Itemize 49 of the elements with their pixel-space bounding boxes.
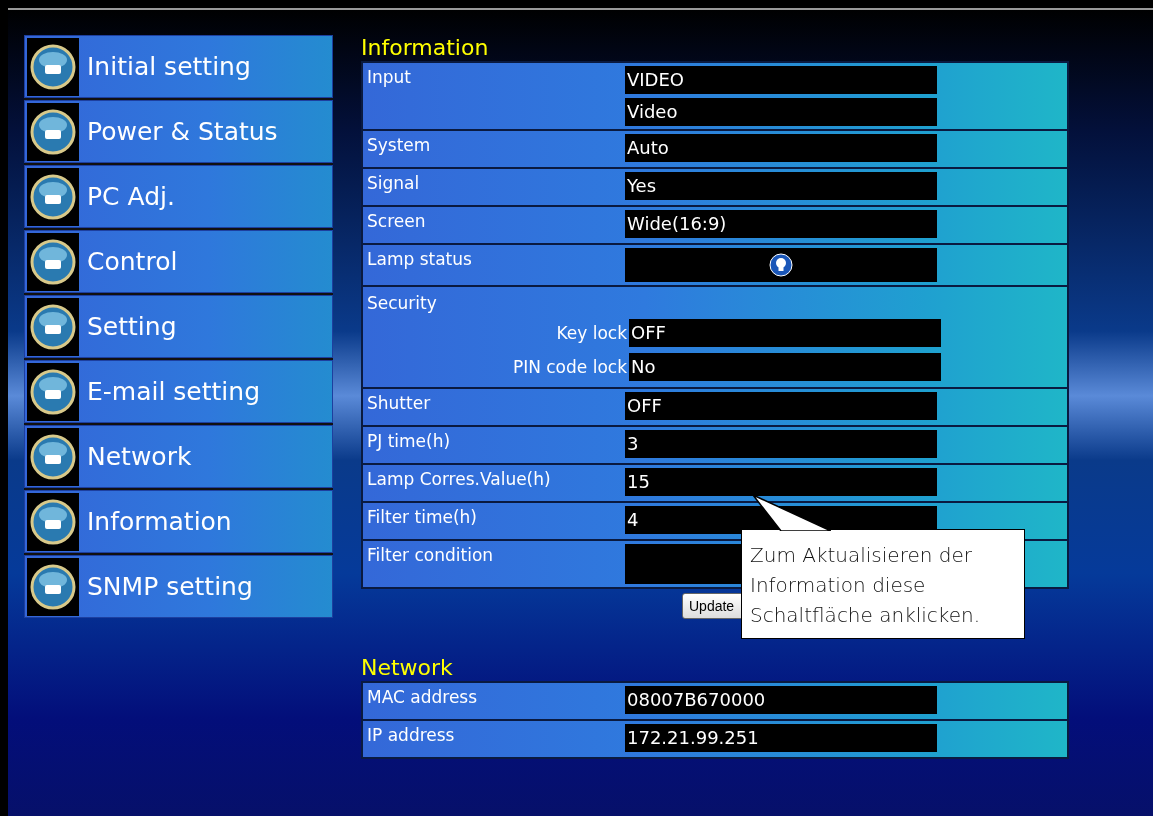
lightbulb-icon (769, 253, 793, 277)
update-button[interactable]: Update (682, 593, 744, 619)
round-icon (29, 42, 77, 91)
row-label: MAC address (367, 687, 478, 707)
row-label: Key lock (555, 323, 628, 343)
round-icon (29, 107, 77, 156)
row-label: Security (367, 293, 438, 313)
value-field: 08007B670000 (625, 686, 937, 714)
row-label: Lamp Corres.Value(h) (367, 469, 551, 489)
value-field: 172.21.99.251 (625, 724, 937, 752)
nav-item[interactable]: Control (24, 230, 333, 293)
row-label: IP address (367, 725, 455, 745)
round-icon (29, 302, 77, 351)
row-label: Filter time(h) (367, 507, 477, 527)
row-label: Screen (367, 211, 426, 231)
value-field: 3 (625, 430, 937, 458)
value-field: OFF (629, 319, 941, 347)
value-field: Yes (625, 172, 937, 200)
round-icon (29, 497, 77, 546)
row-label: PIN code lock (511, 357, 628, 377)
section-title: Network (361, 655, 454, 681)
row-label: System (367, 135, 431, 155)
value-field: Video (625, 98, 937, 126)
row-label: Lamp status (367, 249, 472, 269)
value-field: 15 (625, 468, 937, 496)
row-label: Signal (367, 173, 420, 193)
round-icon (29, 562, 77, 611)
nav-item[interactable]: SNMP setting (24, 555, 333, 618)
nav-item[interactable]: Initial setting (24, 35, 333, 98)
nav-item[interactable]: Power & Status (24, 100, 333, 163)
value-field: VIDEO (625, 66, 937, 94)
row-label: Input (367, 67, 412, 87)
value-field: No (629, 353, 941, 381)
nav-item[interactable]: Information (24, 490, 333, 553)
row-label: Filter condition (367, 545, 494, 565)
section-title: Information (361, 35, 490, 61)
value-field: OFF (625, 392, 937, 420)
nav-item[interactable]: PC Adj. (24, 165, 333, 228)
value-field: Auto (625, 134, 937, 162)
nav-item[interactable]: Setting (24, 295, 333, 358)
round-icon (29, 367, 77, 416)
row-label: PJ time(h) (367, 431, 451, 451)
round-icon (29, 172, 77, 221)
value-field: Wide(16:9) (625, 210, 937, 238)
nav-item[interactable]: E-mail setting (24, 360, 333, 423)
round-icon (29, 237, 77, 286)
nav-item[interactable]: Network (24, 425, 333, 488)
row-label: Shutter (367, 393, 431, 413)
round-icon (29, 432, 77, 481)
